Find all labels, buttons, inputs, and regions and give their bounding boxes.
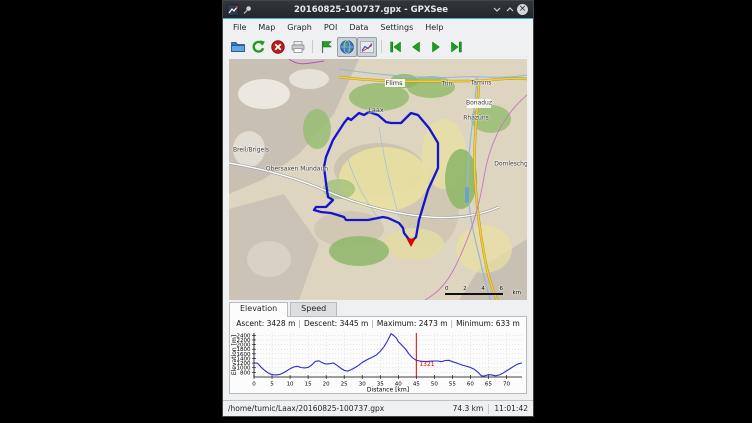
stat-minimum: Minimum: 633 m — [456, 319, 520, 328]
svg-text:55: 55 — [449, 382, 456, 388]
reload-file-icon — [250, 39, 266, 55]
previous-file-icon — [408, 39, 424, 55]
menu-poi[interactable]: POI — [318, 22, 343, 33]
tab-elevation[interactable]: Elevation — [229, 302, 288, 317]
maximize-button[interactable] — [503, 3, 516, 16]
show-graphs-icon — [359, 39, 375, 55]
svg-text:15: 15 — [305, 382, 312, 388]
close-button[interactable]: × — [516, 3, 529, 16]
svg-text:5: 5 — [270, 382, 274, 388]
elevation-graph-panel: Ascent: 3428 m|Descent: 3445 m|Maximum: … — [229, 316, 527, 394]
svg-text:10: 10 — [287, 382, 294, 388]
open-file-icon — [230, 39, 246, 55]
print-icon — [290, 39, 306, 55]
next-file-icon — [428, 39, 444, 55]
stat-descent: Descent: 3445 m — [304, 319, 368, 328]
svg-text:65: 65 — [485, 382, 492, 388]
show-poi-icon — [319, 39, 335, 55]
menubar: File Map Graph POI Data Settings Help — [223, 19, 533, 35]
toolbar — [223, 35, 533, 58]
scale-tick: 4 — [481, 286, 485, 292]
track-statistics: Ascent: 3428 m|Descent: 3445 m|Maximum: … — [230, 317, 526, 329]
file-path: /home/tumic/Laax/20160825-100737.gpx — [228, 404, 453, 413]
map-view[interactable]: Flims Laax Breil/Brigels Obersaxen Munda… — [229, 59, 527, 300]
menu-map[interactable]: Map — [252, 22, 281, 33]
map-label: Domleschg — [494, 161, 527, 168]
map-label: Bonaduz — [466, 100, 492, 107]
close-file-button[interactable] — [268, 37, 288, 57]
map-label: Laax — [368, 106, 383, 114]
gpxsee-window: 20160825-100737.gpx - GPXSee × File Map … — [222, 0, 534, 417]
tab-speed[interactable]: Speed — [290, 302, 337, 317]
last-file-button[interactable] — [446, 37, 466, 57]
svg-text:40: 40 — [395, 382, 402, 388]
map-label: Obersaxen Mundaun — [266, 166, 328, 173]
show-poi-button[interactable] — [317, 37, 337, 57]
scale-unit: km — [512, 290, 521, 296]
first-file-icon — [388, 39, 404, 55]
svg-text:50: 50 — [431, 382, 438, 388]
svg-text:70: 70 — [503, 382, 510, 388]
svg-text:30: 30 — [359, 382, 366, 388]
close-file-icon — [270, 39, 286, 55]
svg-text:1321: 1321 — [419, 361, 434, 368]
map-label: Flims — [385, 79, 402, 87]
svg-text:2400: 2400 — [237, 333, 251, 339]
elevation-chart[interactable]: Distance [km] Elevation [m] 800100012001… — [230, 329, 526, 393]
reload-file-button[interactable] — [248, 37, 268, 57]
map-scale: 0 2 4 6 km — [445, 286, 521, 296]
print-button[interactable] — [288, 37, 308, 57]
map-artwork — [229, 59, 527, 300]
menu-data[interactable]: Data — [343, 22, 374, 33]
track-distance: 74.3 km — [453, 404, 484, 413]
toolbar-separator — [312, 40, 313, 53]
pin-icon[interactable] — [242, 5, 252, 15]
stat-separator: | — [295, 319, 304, 328]
map-label: Rhäzüns — [463, 115, 489, 122]
svg-text:35: 35 — [377, 382, 384, 388]
app-icon — [227, 4, 239, 16]
svg-text:20: 20 — [323, 382, 330, 388]
x-axis-title: Distance [km] — [367, 387, 409, 394]
svg-text:25: 25 — [341, 382, 348, 388]
stat-separator: | — [368, 319, 377, 328]
menu-file[interactable]: File — [227, 22, 252, 33]
map-label: Tamins — [471, 80, 492, 87]
scale-bar — [445, 293, 503, 296]
menu-settings[interactable]: Settings — [374, 22, 419, 33]
open-file-button[interactable] — [228, 37, 248, 57]
stat-maximum: Maximum: 2473 m — [377, 319, 448, 328]
map-label: Trin — [442, 81, 453, 88]
toolbar-separator — [381, 40, 382, 53]
window-title: 20160825-100737.gpx - GPXSee — [252, 5, 490, 15]
stat-separator: | — [448, 319, 457, 328]
graph-tabbar: Elevation Speed — [229, 302, 533, 317]
show-graphs-button[interactable] — [357, 37, 377, 57]
previous-file-button[interactable] — [406, 37, 426, 57]
svg-text:60: 60 — [467, 382, 474, 388]
scale-tick: 6 — [499, 286, 503, 292]
next-file-button[interactable] — [426, 37, 446, 57]
close-icon: × — [517, 4, 528, 15]
menu-help[interactable]: Help — [419, 22, 449, 33]
menu-graph[interactable]: Graph — [281, 22, 318, 33]
map-label: Breil/Brigels — [233, 147, 269, 154]
minimize-button[interactable] — [490, 3, 503, 16]
first-file-button[interactable] — [386, 37, 406, 57]
show-map-button[interactable] — [337, 37, 357, 57]
last-file-icon — [448, 39, 464, 55]
show-map-icon — [339, 39, 355, 55]
status-separator — [488, 404, 489, 414]
scale-tick: 0 — [445, 286, 449, 292]
titlebar[interactable]: 20160825-100737.gpx - GPXSee × — [223, 1, 533, 19]
svg-text:45: 45 — [413, 382, 420, 388]
statusbar: /home/tumic/Laax/20160825-100737.gpx 74.… — [223, 400, 533, 416]
stat-ascent: Ascent: 3428 m — [236, 319, 295, 328]
scale-tick: 2 — [463, 286, 467, 292]
svg-text:0: 0 — [252, 382, 256, 388]
track-time: 11:01:42 — [494, 404, 528, 413]
